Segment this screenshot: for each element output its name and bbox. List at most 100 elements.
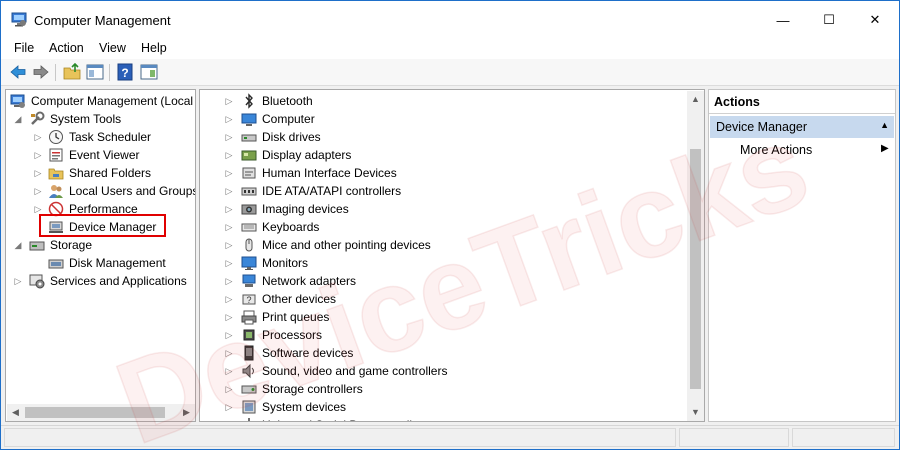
properties-icon[interactable]	[140, 63, 158, 81]
scroll-right-button[interactable]: ▶	[178, 404, 195, 421]
collapsed-arrow-icon[interactable]: ▷	[224, 326, 234, 344]
menu-view[interactable]: View	[99, 41, 126, 55]
collapsed-arrow-icon[interactable]: ▷	[224, 398, 234, 416]
actions-section-device-manager[interactable]: Device Manager ▲	[710, 116, 894, 138]
collapsed-arrow-icon[interactable]: ▷	[13, 272, 23, 290]
software-device-icon	[244, 345, 254, 361]
device-category-row[interactable]: ▷ Imaging devices	[200, 200, 685, 218]
device-category-label: Storage controllers	[262, 382, 363, 396]
help-icon[interactable]: ?	[116, 63, 134, 81]
device-category-label: Imaging devices	[262, 202, 349, 216]
device-category-label: Processors	[262, 328, 323, 342]
device-category-row[interactable]: ▷ Universal Serial Bus controllers	[200, 416, 685, 421]
collapsed-arrow-icon[interactable]: ▷	[224, 272, 234, 290]
menu-help[interactable]: Help	[141, 41, 167, 55]
collapsed-arrow-icon[interactable]: ▷	[224, 218, 234, 236]
collapsed-arrow-icon[interactable]: ▷	[224, 92, 234, 110]
collapsed-arrow-icon[interactable]: ▷	[224, 182, 234, 200]
close-button[interactable]: ✕	[852, 1, 898, 39]
scroll-thumb[interactable]	[690, 149, 701, 389]
network-adapter-icon	[242, 274, 256, 287]
collapsed-arrow-icon[interactable]: ▷	[33, 164, 43, 182]
bluetooth-icon	[245, 93, 253, 109]
device-list-pane[interactable]: ▷ Bluetooth ▷ Computer ▷ Disk drives ▷ Display …	[199, 89, 705, 422]
device-category-row[interactable]: ▷ Mice and other pointing devices	[200, 236, 685, 254]
scroll-thumb[interactable]	[25, 407, 165, 418]
collapsed-arrow-icon[interactable]: ▷	[224, 236, 234, 254]
expanded-arrow-icon[interactable]: ◢	[13, 236, 23, 254]
device-category-row[interactable]: ▷ IDE ATA/ATAPI controllers	[200, 182, 685, 200]
status-segment	[4, 428, 676, 447]
actions-header: Actions	[709, 90, 895, 114]
users-icon	[49, 185, 63, 198]
expanded-arrow-icon[interactable]: ◢	[13, 110, 23, 128]
device-category-row[interactable]: ▷ Storage controllers	[200, 380, 685, 398]
device-category-row[interactable]: ▷ Software devices	[200, 344, 685, 362]
device-category-row[interactable]: ▷ Computer	[200, 110, 685, 128]
collapsed-arrow-icon[interactable]: ▷	[224, 416, 234, 421]
tree-item-storage[interactable]: ◢ Storage	[6, 236, 195, 254]
device-category-row[interactable]: ▷ Sound, video and game controllers	[200, 362, 685, 380]
device-category-row[interactable]: ▷ Print queues	[200, 308, 685, 326]
device-list-vertical-scrollbar[interactable]: ▲ ▼	[687, 91, 704, 421]
tree-horizontal-scrollbar[interactable]: ◀ ▶	[7, 404, 195, 421]
printer-icon	[241, 310, 257, 325]
toolbar: ?	[1, 59, 899, 86]
device-category-row[interactable]: ▷? Other devices	[200, 290, 685, 308]
collapsed-arrow-icon[interactable]: ▷	[224, 164, 234, 182]
event-viewer-icon	[49, 148, 63, 162]
collapse-up-icon[interactable]: ▲	[880, 120, 889, 130]
collapsed-arrow-icon[interactable]: ▷	[224, 344, 234, 362]
tree-label: System Tools	[50, 112, 122, 126]
device-category-row[interactable]: ▷ Display adapters	[200, 146, 685, 164]
tree-label: Task Scheduler	[69, 130, 152, 144]
device-category-row[interactable]: ▷ Network adapters	[200, 272, 685, 290]
tree-item-task-scheduler[interactable]: ▷ Task Scheduler	[6, 128, 195, 146]
forward-icon[interactable]	[32, 63, 50, 81]
scroll-down-button[interactable]: ▼	[687, 404, 704, 421]
tree-item-computer-management[interactable]: Computer Management (Local	[6, 92, 195, 110]
title-bar[interactable]: Computer Management — ☐ ✕	[1, 1, 899, 39]
maximize-button[interactable]: ☐	[806, 1, 852, 39]
tree-item-services-and-applications[interactable]: ▷ Services and Applications	[6, 272, 195, 290]
show-hide-tree-icon[interactable]	[86, 63, 104, 81]
scroll-left-button[interactable]: ◀	[7, 404, 24, 421]
back-icon[interactable]	[9, 63, 27, 81]
collapsed-arrow-icon[interactable]: ▷	[33, 128, 43, 146]
scroll-up-button[interactable]: ▲	[687, 91, 704, 108]
collapsed-arrow-icon[interactable]: ▷	[224, 146, 234, 164]
submenu-arrow-icon[interactable]: ▶	[881, 143, 889, 154]
minimize-button[interactable]: —	[760, 1, 806, 39]
device-category-row[interactable]: ▷ Human Interface Devices	[200, 164, 685, 182]
collapsed-arrow-icon[interactable]: ▷	[224, 110, 234, 128]
collapsed-arrow-icon[interactable]: ▷	[224, 128, 234, 146]
collapsed-arrow-icon[interactable]: ▷	[224, 362, 234, 380]
collapsed-arrow-icon[interactable]: ▷	[224, 290, 234, 308]
actions-section-label: Device Manager	[716, 120, 808, 134]
device-category-row[interactable]: ▷ Monitors	[200, 254, 685, 272]
device-category-row[interactable]: ▷ Bluetooth	[200, 92, 685, 110]
collapsed-arrow-icon[interactable]: ▷	[33, 146, 43, 164]
more-actions-item[interactable]: More Actions	[740, 143, 812, 157]
collapsed-arrow-icon[interactable]: ▷	[224, 200, 234, 218]
tree-item-shared-folders[interactable]: ▷ Shared Folders	[6, 164, 195, 182]
collapsed-arrow-icon[interactable]: ▷	[224, 254, 234, 272]
tree-item-disk-management[interactable]: Disk Management	[6, 254, 195, 272]
status-segment	[679, 428, 789, 447]
collapsed-arrow-icon[interactable]: ▷	[224, 308, 234, 326]
collapsed-arrow-icon[interactable]: ▷	[224, 380, 234, 398]
device-category-row[interactable]: ▷ Disk drives	[200, 128, 685, 146]
menu-action[interactable]: Action	[49, 41, 84, 55]
device-category-row[interactable]: ▷ System devices	[200, 398, 685, 416]
tree-item-event-viewer[interactable]: ▷ Event Viewer	[6, 146, 195, 164]
up-folder-icon[interactable]	[63, 63, 81, 81]
device-category-row[interactable]: ▷ Keyboards	[200, 218, 685, 236]
console-tree-pane[interactable]: Computer Management (Local ◢ System Tool…	[5, 89, 196, 422]
device-category-row[interactable]: ▷ Processors	[200, 326, 685, 344]
collapsed-arrow-icon[interactable]: ▷	[33, 182, 43, 200]
tree-item-system-tools[interactable]: ◢ System Tools	[6, 110, 195, 128]
tree-item-local-users-and-groups[interactable]: ▷ Local Users and Groups	[6, 182, 195, 200]
system-tools-icon	[31, 111, 45, 125]
computer-icon	[241, 113, 257, 126]
menu-file[interactable]: File	[14, 41, 34, 55]
